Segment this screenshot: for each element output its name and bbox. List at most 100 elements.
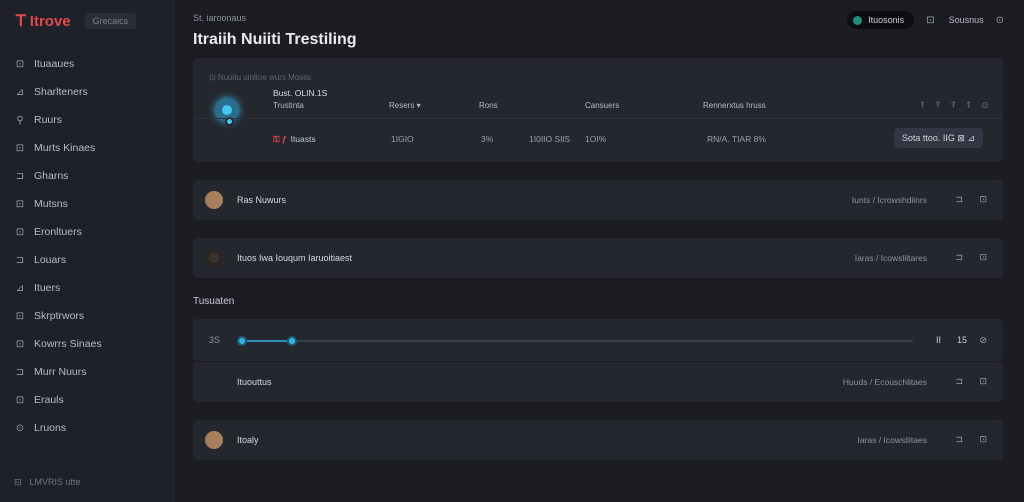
- card-name: Bust. OLIN.1S: [273, 88, 328, 98]
- column-header[interactable]: Rons: [479, 101, 498, 110]
- slider-value: II: [935, 335, 941, 345]
- status-cell: ⚿ ƒ Ituasts: [273, 134, 316, 145]
- nav-icon: ⚲: [16, 114, 24, 126]
- sidebar-item-6[interactable]: ⊡ Mutsns: [0, 190, 174, 218]
- list-item[interactable]: Ras Nuwurs Iunts / Icrowshdiinrs ⊐ ⊡: [193, 180, 1003, 220]
- sidebar-item-label: Ruurs: [34, 114, 63, 126]
- sidebar-item-label: Gharns: [34, 170, 69, 182]
- nav-icon: ⊡: [15, 198, 25, 210]
- list-item-meta: Iaras / Icowsliltaes: [857, 435, 927, 445]
- sort-icon[interactable]: ⍒: [935, 100, 940, 111]
- row-action-button[interactable]: Sota ttoo. IIG ⊠ ⊿: [893, 128, 983, 148]
- sidebar-footer[interactable]: ⊟ LMVRIS utte: [14, 477, 81, 488]
- sidebar-item-4[interactable]: ⊡ Murts Kinaes: [0, 134, 174, 162]
- workspace-tag[interactable]: Grecaics: [84, 13, 137, 29]
- sidebar-item-label: Skrptrwors: [34, 310, 85, 322]
- page-title: Itraiih Nuiiti Trestiling: [193, 31, 357, 48]
- more-icon[interactable]: ⊡: [979, 434, 987, 445]
- sidebar-item-label: Erauls: [34, 394, 64, 406]
- sidebar-item-label: Lruons: [34, 422, 67, 434]
- nav-icon: ⊡: [15, 310, 25, 322]
- avatar: [205, 249, 223, 267]
- sidebar-nav: ⊡ Ituaaues ⊿ Sharlteners ⚲ Ruurs ⊡ Murts Kin…: [0, 50, 174, 442]
- list-item-title: Itoaly: [237, 435, 259, 445]
- share-icon[interactable]: ⊐: [955, 376, 963, 387]
- nav-icon: ⊙: [15, 422, 25, 434]
- sidebar-item-3[interactable]: ⚲ Ruurs: [0, 106, 174, 134]
- sidebar-item-label: Eronltuers: [34, 226, 82, 238]
- nav-icon: ⊐: [15, 254, 25, 266]
- sidebar-item-10[interactable]: ⊡ Skrptrwors: [0, 302, 174, 330]
- sidebar-item-5[interactable]: ⊐ Gharns: [0, 162, 174, 190]
- more-icon[interactable]: ⊡: [979, 252, 987, 263]
- nav-icon: ⊐: [15, 366, 25, 378]
- nav-icon: ⊐: [15, 170, 25, 182]
- sidebar-item-1[interactable]: ⊡ Ituaaues: [0, 50, 174, 78]
- list-item[interactable]: Ituos Iwa Iouqum Iaruoitiaest Iaras / Ic…: [193, 238, 1003, 278]
- info-circle-icon[interactable]: ⊙: [981, 100, 989, 111]
- app-logo[interactable]: 𝖳 Itrove: [16, 11, 71, 31]
- sidebar-item-13[interactable]: ⊡ Erauls: [0, 386, 174, 414]
- reset-icon[interactable]: ⊘: [979, 335, 987, 346]
- sidebar-item-label: Mutsns: [34, 198, 68, 210]
- share-icon[interactable]: ⊐: [955, 252, 963, 263]
- status-icon: ⚿: [273, 134, 280, 144]
- column-icons: ⍒ ⍒ ⍒ ⍒ ⊙: [910, 100, 989, 111]
- sidebar-item-label: Sharlteners: [34, 86, 88, 98]
- sort-icon[interactable]: ⍒: [920, 100, 925, 111]
- sidebar-item-label: Murr Nuurs: [34, 366, 87, 378]
- column-header[interactable]: Cansuers: [585, 101, 619, 110]
- sidebar-item-9[interactable]: ⊿ Ituers: [0, 274, 174, 302]
- top-actions: Ituosonis ⊡ Sousnus ⊙: [847, 11, 1004, 29]
- sidebar-item-label: Murts Kinaes: [34, 142, 96, 154]
- table-cell: 3%: [481, 134, 494, 144]
- status-code: ƒ: [281, 134, 287, 144]
- nav-icon: ⊿: [15, 86, 25, 98]
- nav-icon: ⊡: [15, 394, 25, 406]
- sidebar-item-7[interactable]: ⊡ Eronltuers: [0, 218, 174, 246]
- slider-start-handle[interactable]: [237, 336, 247, 346]
- share-icon[interactable]: ⊐: [955, 434, 963, 445]
- breadcrumb[interactable]: St. iaroonaus: [193, 13, 246, 23]
- status-text: Ituasts: [290, 134, 316, 144]
- list-item[interactable]: Itoaly Iaras / Icowsliltaes ⊐ ⊡: [193, 420, 1003, 460]
- sidebar-item-2[interactable]: ⊿ Sharlteners: [0, 78, 174, 106]
- more-icon[interactable]: ⊡: [979, 194, 987, 205]
- timeline-slider-card: 3S II 15 ⊘: [193, 319, 1003, 361]
- sidebar-item-label: Louars: [34, 254, 67, 266]
- footer-text: LMVRIS utte: [29, 477, 81, 487]
- panel-icon[interactable]: ⊡: [926, 15, 934, 26]
- nav-icon: ⊡: [15, 226, 25, 238]
- sidebar-item-14[interactable]: ⊙ Lruons: [0, 414, 174, 442]
- slider-track[interactable]: [239, 340, 913, 342]
- brand[interactable]: 𝖳 Itrove Grecaics: [16, 11, 137, 31]
- footer-icon: ⊟: [14, 477, 22, 487]
- status-pill-label: Ituosonis: [868, 15, 905, 25]
- list-item-title: Ituouttus: [237, 377, 272, 387]
- list-item-title: Ras Nuwurs: [237, 195, 287, 205]
- column-header[interactable]: Resers ▾: [389, 101, 421, 110]
- sidebar-item-8[interactable]: ⊐ Louars: [0, 246, 174, 274]
- list-item-meta: Iaras / Icowsliltares: [854, 253, 927, 263]
- nav-icon: ⊿: [15, 282, 25, 294]
- app-name: Itrove: [29, 13, 71, 30]
- list-item[interactable]: Ituouttus Huuds / Ecouschlitaes ⊐ ⊡: [193, 362, 1003, 402]
- column-header[interactable]: Rennerxtus hruss: [703, 101, 766, 110]
- sort-icon[interactable]: ⍒: [966, 100, 971, 111]
- more-icon[interactable]: ⊡: [979, 376, 987, 387]
- list-item-title: Ituos Iwa Iouqum Iaruoitiaest: [237, 253, 353, 263]
- primary-card: ⊡ Nuoitu uinltoe wurs Mosiis Bust. OLIN.…: [193, 58, 1003, 162]
- sort-icon[interactable]: ⍒: [951, 100, 956, 111]
- share-icon[interactable]: ⊐: [955, 194, 963, 205]
- sidebar-item-12[interactable]: ⊐ Murr Nuurs: [0, 358, 174, 386]
- table-cell: 1IGIO: [391, 134, 414, 144]
- status-pill-button[interactable]: Ituosonis: [847, 11, 915, 29]
- sidebar-item-11[interactable]: ⊡ Kowrrs Sinaes: [0, 330, 174, 358]
- user-circle-icon[interactable]: ⊙: [996, 15, 1004, 26]
- card-hint: ⊡ Nuoitu uinltoe wurs Mosiis: [209, 73, 311, 82]
- section-heading: Tusuaten: [193, 296, 235, 307]
- slider-start-label: 3S: [209, 335, 221, 345]
- column-header[interactable]: Trustinta: [273, 101, 304, 110]
- slider-handle[interactable]: [287, 336, 297, 346]
- header-link[interactable]: Sousnus: [949, 15, 984, 25]
